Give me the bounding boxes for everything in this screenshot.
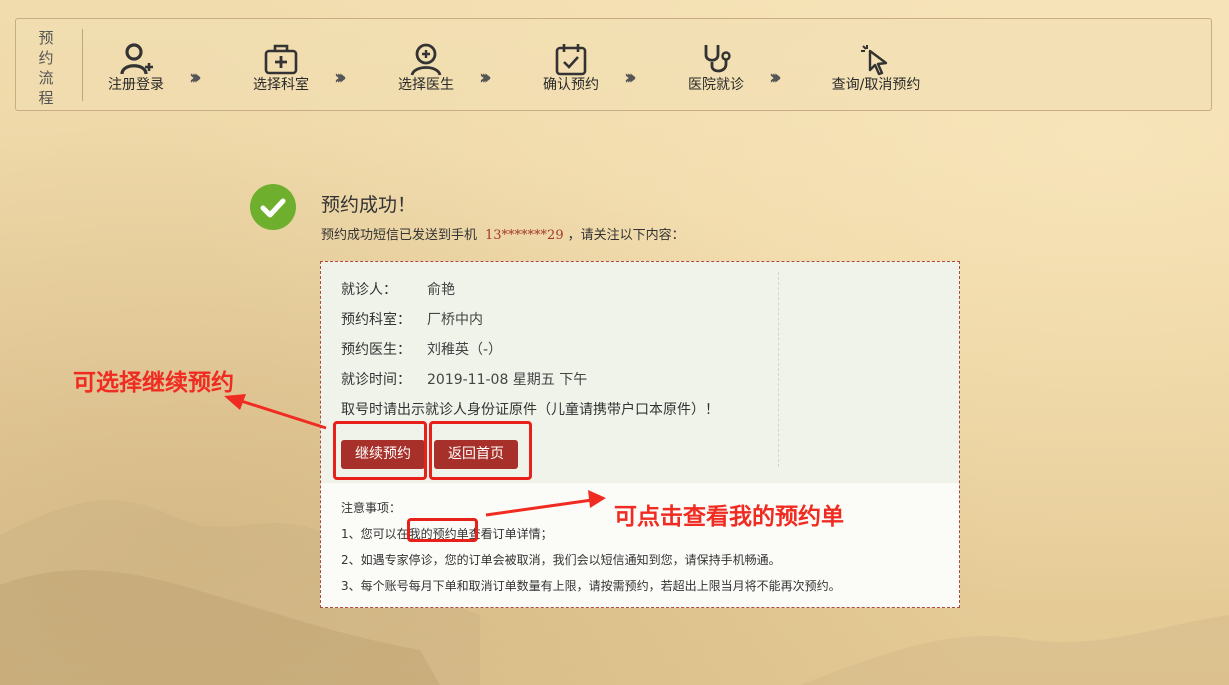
annotation-continue-booking: 可选择继续预约 bbox=[73, 370, 234, 396]
success-message: 预约成功短信已发送到手机 13*******29 ，请关注以下内容： bbox=[321, 228, 685, 243]
highlight-home-button bbox=[429, 421, 532, 480]
note-line-2: 2、如遇专家停诊，您的订单会被取消，我们会以短信通知到您，请保持手机畅通。 bbox=[341, 553, 781, 567]
calendar-check-icon bbox=[516, 41, 626, 79]
step-register-login[interactable]: 注册登录 bbox=[81, 41, 191, 94]
notes-title: 注意事项： bbox=[341, 501, 402, 515]
doctor-icon bbox=[371, 41, 481, 79]
step-arrow: ››› bbox=[189, 65, 202, 89]
card-divider bbox=[778, 272, 779, 467]
process-label: 预 约 流 程 bbox=[38, 29, 54, 107]
step-query-cancel[interactable]: 查询/取消预约 bbox=[806, 41, 946, 94]
highlight-continue-button bbox=[333, 421, 427, 480]
step-arrow: ››› bbox=[769, 65, 782, 89]
doctor-name: 刘稚英（-） bbox=[427, 342, 503, 358]
step-hospital-visit[interactable]: 医院就诊 bbox=[661, 41, 771, 94]
visit-time-row: 就诊时间： 2019-11-08 星期五 下午 bbox=[341, 372, 588, 388]
stethoscope-icon bbox=[661, 41, 771, 79]
success-check-icon bbox=[250, 184, 296, 230]
cursor-click-icon bbox=[806, 41, 946, 79]
highlight-my-bookings-link bbox=[407, 518, 478, 542]
step-select-department[interactable]: 选择科室 bbox=[226, 41, 336, 94]
note-line-3: 3、每个账号每月下单和取消订单数量有上限，请按需预约，若超出上限当月将不能再次预… bbox=[341, 579, 841, 593]
department-name: 厂桥中内 bbox=[427, 312, 483, 328]
patient-name: 俞艳 bbox=[427, 282, 455, 298]
medical-kit-icon bbox=[226, 41, 336, 79]
user-plus-icon bbox=[81, 41, 191, 79]
step-arrow: ››› bbox=[334, 65, 347, 89]
phone-number: 13*******29 bbox=[485, 228, 564, 243]
step-arrow: ››› bbox=[479, 65, 492, 89]
step-select-doctor[interactable]: 选择医生 bbox=[371, 41, 481, 94]
booking-process-bar: 预 约 流 程 注册登录 ››› 选择科室 ››› 选择医生 ››› 确认预约 … bbox=[15, 18, 1212, 111]
patient-row: 就诊人： 俞艳 bbox=[341, 282, 455, 298]
step-confirm-booking[interactable]: 确认预约 bbox=[516, 41, 626, 94]
department-row: 预约科室： 厂桥中内 bbox=[341, 312, 483, 328]
step-arrow: ››› bbox=[624, 65, 637, 89]
visit-time: 2019-11-08 星期五 下午 bbox=[427, 372, 588, 388]
doctor-row: 预约医生： 刘稚英（-） bbox=[341, 342, 503, 358]
id-reminder: 取号时请出示就诊人身份证原件（儿童请携带户口本原件）！ bbox=[341, 402, 719, 418]
success-title: 预约成功！ bbox=[321, 194, 417, 216]
annotation-my-bookings: 可点击查看我的预约单 bbox=[614, 504, 844, 530]
